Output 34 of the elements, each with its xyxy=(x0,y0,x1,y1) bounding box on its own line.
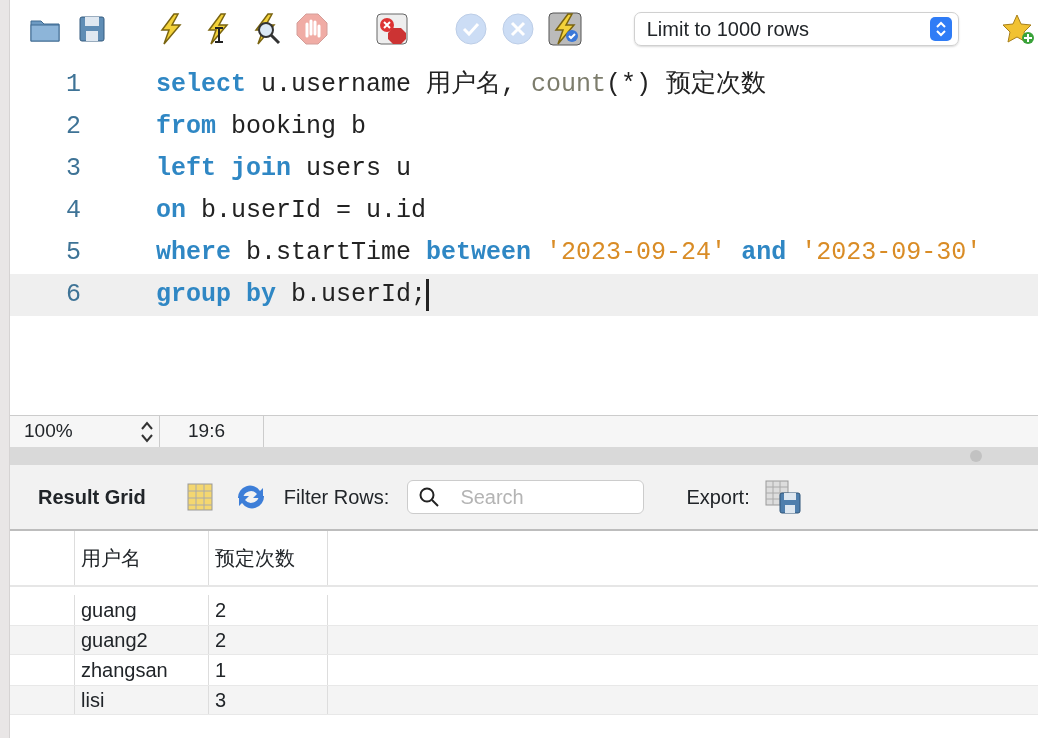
filter-rows-label: Filter Rows: xyxy=(283,485,390,510)
column-header[interactable]: 预定次数 xyxy=(208,531,328,585)
code-line-text: on b.userId = u.id xyxy=(156,195,427,228)
column-header[interactable]: 用户名 xyxy=(74,531,208,585)
code-line-text: left join users u xyxy=(156,153,412,186)
export-label: Export: xyxy=(686,485,750,510)
table-cell: lisi xyxy=(74,686,208,714)
limit-rows-select[interactable]: Limit to 1000 rows xyxy=(633,12,959,46)
stepper-icon xyxy=(141,420,153,443)
text-cursor xyxy=(426,279,430,311)
error-stop-icon xyxy=(374,12,409,46)
table-cell: guang2 xyxy=(74,626,208,654)
table-cell: 3 xyxy=(208,686,328,714)
stop-hand-icon xyxy=(295,12,330,46)
lightning-check-icon xyxy=(548,12,583,46)
line-number: 4 xyxy=(65,195,82,228)
search-field[interactable]: Search xyxy=(407,480,645,514)
dropdown-stepper-icon xyxy=(929,17,952,41)
table-cell: 2 xyxy=(208,626,328,654)
export-grid-save-icon[interactable] xyxy=(763,479,802,515)
lightning-check-button[interactable] xyxy=(546,10,584,48)
line-number: 1 xyxy=(65,69,82,102)
line-number: 6 xyxy=(65,279,82,312)
code-line-text: where b.startTime between '2023-09-24' and '2023-09-30' xyxy=(156,237,982,270)
code-line-text: group by b.userId; xyxy=(156,279,427,312)
code-line-text: from booking b xyxy=(156,111,367,144)
line-number: 5 xyxy=(65,237,82,270)
cross-circle-icon xyxy=(500,12,535,46)
error-stop-button[interactable] xyxy=(373,10,411,48)
result-grid-tab[interactable]: Result Grid xyxy=(38,482,146,512)
line-number: 2 xyxy=(65,111,82,144)
code-line-text: select u.username 用户名, count(*) 预定次数 xyxy=(156,69,767,102)
check-circle-icon xyxy=(453,12,488,46)
line-number: 3 xyxy=(65,153,82,186)
